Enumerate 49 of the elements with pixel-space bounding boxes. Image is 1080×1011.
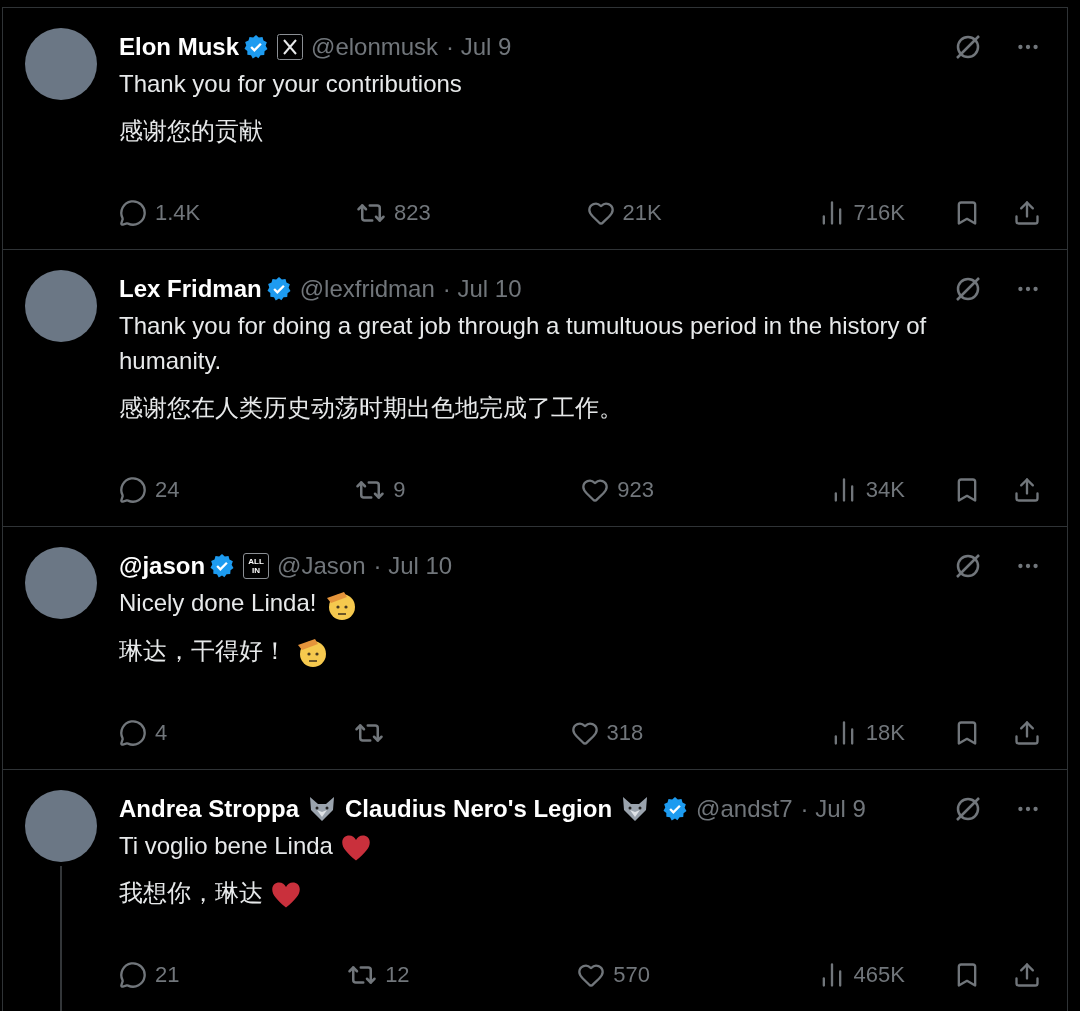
like-button[interactable]: 570 [577, 958, 650, 992]
author-handle[interactable]: @lexfridman [299, 271, 435, 307]
share-icon[interactable] [1013, 475, 1041, 504]
saluting-face-icon [295, 636, 329, 669]
views-button[interactable]: 18K [829, 716, 905, 750]
views-button[interactable]: 465K [817, 958, 905, 992]
heart-emoji-icon [271, 880, 301, 909]
like-button[interactable]: 21K [586, 196, 662, 229]
post-text: 感谢您在人类历史动荡时期出色地完成了工作。 [119, 394, 623, 421]
speech-bubble-icon [119, 718, 147, 747]
author-handle[interactable]: @andst7 [696, 791, 793, 828]
post-text: 琳达，干得好！ [119, 636, 287, 664]
reply-button[interactable]: 24 [119, 473, 180, 506]
post-text: Thank you for your contributions [119, 70, 462, 97]
share-icon[interactable] [1013, 960, 1041, 989]
post-date[interactable]: · Jul 9 [800, 791, 866, 828]
share-icon[interactable] [1013, 198, 1041, 227]
post-date[interactable]: · Jul 10 [373, 548, 453, 584]
speech-bubble-icon [119, 960, 147, 989]
post-date[interactable]: · Jul 10 [442, 271, 522, 307]
repost-button[interactable]: 9 [355, 473, 406, 506]
share-icon[interactable] [1013, 718, 1041, 747]
reply-button[interactable]: 21 [119, 958, 180, 992]
author-handle[interactable]: @Jason [277, 548, 366, 584]
author-name[interactable]: @jason [119, 548, 206, 584]
reply-button[interactable]: 1.4K [119, 196, 201, 229]
repost-button[interactable]: 823 [356, 196, 431, 229]
author-name[interactable]: Elon Musk [119, 29, 239, 65]
affiliate-badge: ALL IN [243, 553, 270, 579]
author-handle[interactable]: @elonmusk [311, 29, 439, 65]
heart-emoji-icon [340, 833, 371, 862]
post-text: Nicely done Linda! [119, 589, 317, 616]
post-text: Thank you for doing a great job through a tumultuous period in the history of humanity. [119, 312, 927, 374]
views-button[interactable]: 34K [829, 473, 905, 506]
post-text: 我想你，琳达 [119, 879, 263, 907]
like-button[interactable]: 923 [581, 473, 655, 506]
views-button[interactable]: 716K [817, 196, 905, 229]
author-name[interactable]: Lex Fridman [119, 271, 262, 307]
speech-bubble-icon [119, 475, 147, 504]
speech-bubble-icon [119, 198, 147, 227]
author-name[interactable]: Claudius Nero's Legion [345, 791, 613, 828]
x-logo-badge-icon [277, 34, 303, 60]
repost-button[interactable]: 12 [347, 958, 410, 992]
reply-button[interactable]: 4 [119, 716, 168, 750]
author-name[interactable]: Andrea Stroppa [119, 791, 300, 828]
post-date[interactable]: · Jul 9 [446, 29, 512, 65]
like-button[interactable]: 318 [570, 716, 644, 750]
post-text: Ti voglio bene Linda [119, 832, 333, 860]
post-text: 感谢您的贡献 [119, 117, 263, 144]
